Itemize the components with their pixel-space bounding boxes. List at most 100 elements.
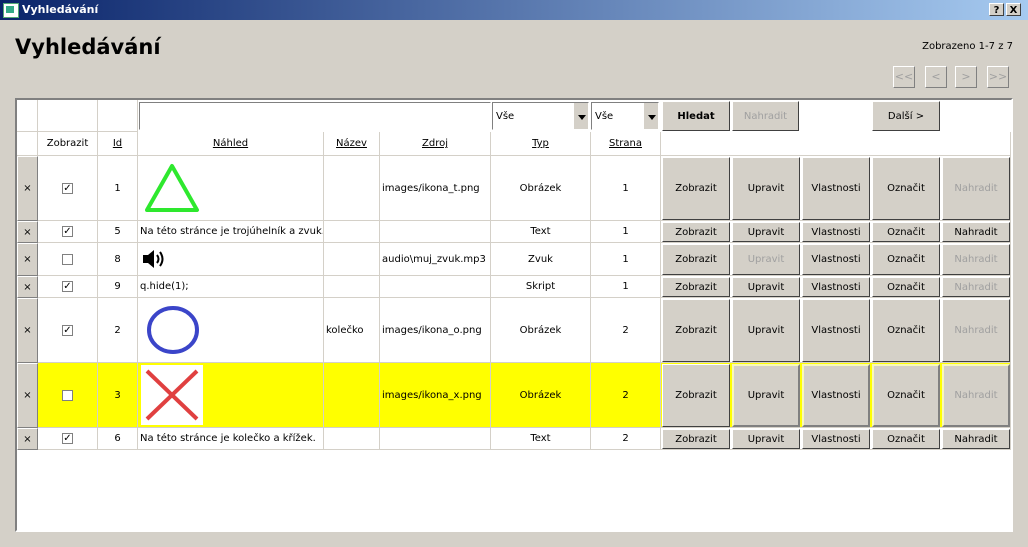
show-checkbox[interactable]: ✓ bbox=[62, 182, 73, 194]
row-source bbox=[380, 428, 491, 450]
row-preview-text: q.hide(1); bbox=[138, 276, 324, 298]
row-id: 5 bbox=[98, 221, 138, 243]
header-id[interactable]: Id bbox=[98, 132, 138, 156]
next-results-button[interactable]: Další > bbox=[872, 101, 940, 131]
view-button[interactable]: Zobrazit bbox=[662, 244, 730, 275]
row-remove-button[interactable]: × bbox=[17, 243, 38, 276]
row-name bbox=[324, 428, 380, 450]
row-name bbox=[324, 243, 380, 276]
row-id: 6 bbox=[98, 428, 138, 450]
edit-button[interactable]: Upravit bbox=[732, 157, 800, 220]
show-checkbox[interactable]: ✓ bbox=[62, 226, 73, 237]
header-page[interactable]: Strana bbox=[591, 132, 661, 156]
cross-preview-image bbox=[141, 365, 203, 425]
show-checkbox[interactable]: ✓ bbox=[62, 324, 73, 336]
properties-button[interactable]: Vlastnosti bbox=[802, 277, 870, 297]
header-preview[interactable]: Náhled bbox=[138, 132, 324, 156]
row-remove-button[interactable]: × bbox=[17, 156, 38, 221]
mark-button[interactable]: Označit bbox=[872, 364, 940, 427]
row-remove-button[interactable]: × bbox=[17, 363, 38, 428]
row-name bbox=[324, 221, 380, 243]
mark-button[interactable]: Označit bbox=[872, 244, 940, 275]
row-id: 3 bbox=[98, 363, 138, 428]
row-remove-button[interactable]: × bbox=[17, 298, 38, 363]
row-show-cell: ✓ bbox=[38, 221, 98, 243]
close-button[interactable]: X bbox=[1006, 3, 1021, 16]
row-preview bbox=[138, 298, 324, 363]
next-page-button[interactable]: > bbox=[955, 66, 977, 88]
row-type: Text bbox=[491, 221, 591, 243]
mark-button[interactable]: Označit bbox=[872, 429, 940, 449]
view-button[interactable]: Zobrazit bbox=[662, 299, 730, 362]
results-grid: Vše Vše Hledat Nahradit Další > Zobrazit… bbox=[15, 98, 1013, 532]
view-button[interactable]: Zobrazit bbox=[662, 222, 730, 242]
header-show: Zobrazit bbox=[38, 132, 98, 156]
show-checkbox[interactable] bbox=[62, 389, 73, 401]
mark-button[interactable]: Označit bbox=[872, 299, 940, 362]
replace-button[interactable]: Nahradit bbox=[942, 157, 1010, 220]
row-page: 1 bbox=[591, 276, 661, 298]
row-id: 1 bbox=[98, 156, 138, 221]
app-icon bbox=[3, 3, 19, 18]
speaker-icon bbox=[143, 250, 164, 268]
show-checkbox[interactable] bbox=[62, 253, 73, 265]
replace-button[interactable]: Nahradit bbox=[942, 244, 1010, 275]
header-actions bbox=[661, 132, 1011, 156]
replace-button[interactable]: Nahradit bbox=[942, 222, 1010, 242]
mark-button[interactable]: Označit bbox=[872, 222, 940, 242]
edit-button[interactable]: Upravit bbox=[732, 429, 800, 449]
row-remove-button[interactable]: × bbox=[17, 428, 38, 450]
chevron-down-icon[interactable] bbox=[643, 103, 658, 129]
type-select[interactable]: Vše bbox=[591, 102, 659, 130]
view-button[interactable]: Zobrazit bbox=[662, 429, 730, 449]
row-page: 2 bbox=[591, 428, 661, 450]
header-name[interactable]: Název bbox=[324, 132, 380, 156]
properties-button[interactable]: Vlastnosti bbox=[802, 429, 870, 449]
properties-button[interactable]: Vlastnosti bbox=[802, 364, 870, 427]
first-page-button[interactable]: << bbox=[893, 66, 915, 88]
header-source[interactable]: Zdroj bbox=[380, 132, 491, 156]
properties-button[interactable]: Vlastnosti bbox=[802, 222, 870, 242]
edit-button[interactable]: Upravit bbox=[732, 277, 800, 297]
edit-button[interactable]: Upravit bbox=[732, 244, 800, 275]
title-bar: Vyhledávání ? X bbox=[0, 0, 1028, 20]
row-type: Obrázek bbox=[491, 298, 591, 363]
properties-button[interactable]: Vlastnosti bbox=[802, 244, 870, 275]
row-id: 8 bbox=[98, 243, 138, 276]
search-input[interactable] bbox=[139, 102, 491, 130]
edit-button[interactable]: Upravit bbox=[732, 299, 800, 362]
view-button[interactable]: Zobrazit bbox=[662, 157, 730, 220]
header-type[interactable]: Typ bbox=[491, 132, 591, 156]
row-show-cell: ✓ bbox=[38, 298, 98, 363]
view-button[interactable]: Zobrazit bbox=[662, 277, 730, 297]
replace-button[interactable]: Nahradit bbox=[942, 299, 1010, 362]
properties-button[interactable]: Vlastnosti bbox=[802, 299, 870, 362]
row-show-cell bbox=[38, 243, 98, 276]
search-button[interactable]: Hledat bbox=[662, 101, 730, 131]
show-checkbox[interactable]: ✓ bbox=[62, 281, 73, 292]
row-id: 9 bbox=[98, 276, 138, 298]
row-remove-button[interactable]: × bbox=[17, 221, 38, 243]
row-source: images/ikona_o.png bbox=[380, 298, 491, 363]
show-checkbox[interactable]: ✓ bbox=[62, 433, 73, 444]
edit-button[interactable]: Upravit bbox=[732, 364, 800, 427]
properties-button[interactable]: Vlastnosti bbox=[802, 157, 870, 220]
replace-button[interactable]: Nahradit bbox=[942, 364, 1010, 427]
view-button[interactable]: Zobrazit bbox=[662, 364, 730, 427]
replace-all-button[interactable]: Nahradit bbox=[732, 101, 799, 131]
replace-button[interactable]: Nahradit bbox=[942, 277, 1010, 297]
edit-button[interactable]: Upravit bbox=[732, 222, 800, 242]
help-button[interactable]: ? bbox=[989, 3, 1004, 16]
replace-button[interactable]: Nahradit bbox=[942, 429, 1010, 449]
prev-page-button[interactable]: < bbox=[925, 66, 947, 88]
row-page: 1 bbox=[591, 243, 661, 276]
row-remove-button[interactable]: × bbox=[17, 276, 38, 298]
source-select[interactable]: Vše bbox=[492, 102, 589, 130]
chevron-down-icon[interactable] bbox=[573, 103, 588, 129]
mark-button[interactable]: Označit bbox=[872, 277, 940, 297]
filter-empty bbox=[38, 100, 98, 132]
row-type: Text bbox=[491, 428, 591, 450]
last-page-button[interactable]: >> bbox=[987, 66, 1009, 88]
circle-preview-image bbox=[147, 306, 199, 354]
mark-button[interactable]: Označit bbox=[872, 157, 940, 220]
